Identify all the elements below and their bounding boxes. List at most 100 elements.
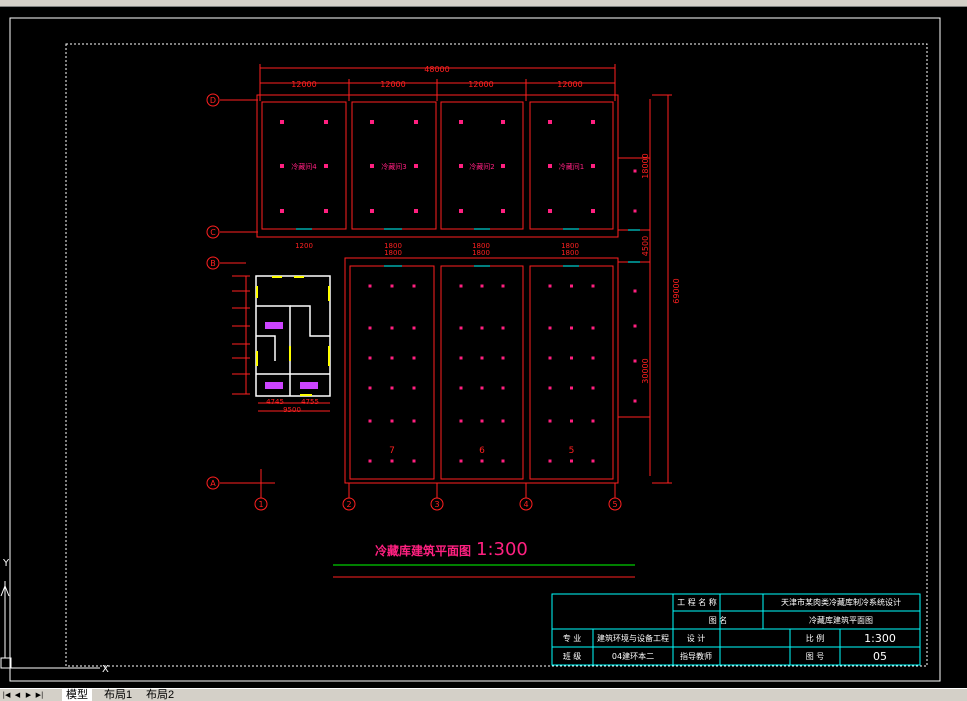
dim-lower-vertical: 30000 bbox=[641, 358, 650, 383]
column-mark bbox=[370, 164, 374, 168]
column-mark bbox=[591, 459, 595, 463]
column-mark bbox=[459, 419, 463, 423]
column-mark bbox=[480, 356, 484, 360]
column-mark bbox=[412, 356, 416, 360]
column-mark bbox=[412, 419, 416, 423]
column-mark bbox=[501, 284, 505, 288]
title-block-text: 工 程 名 称 天津市某肉类冷藏库制冷系统设计 图 名 冷藏库建筑平面图 专 业… bbox=[563, 597, 901, 663]
column-mark bbox=[390, 386, 394, 390]
column-mark bbox=[570, 356, 573, 360]
column-mark bbox=[501, 164, 505, 168]
floor-plan bbox=[220, 64, 672, 498]
room-label-lower: 7 bbox=[389, 446, 395, 456]
column-mark bbox=[501, 209, 505, 213]
dim-total: 48000 bbox=[424, 65, 449, 74]
tb-major-value: 建筑环境与设备工程 bbox=[597, 633, 669, 643]
column-mark bbox=[548, 386, 552, 390]
first-tab-icon[interactable]: |◀ bbox=[2, 690, 11, 700]
column-mark bbox=[459, 356, 463, 360]
column-mark bbox=[501, 386, 505, 390]
dim-upper-vertical: 18000 bbox=[641, 153, 650, 178]
room-label-lower: 5 bbox=[569, 446, 575, 456]
drawing-canvas[interactable]: 冷藏间4 冷藏间3 冷藏间2 冷藏间1 7 6 5 48000 12000 12000 12000 1… bbox=[0, 6, 967, 688]
room-label-upper: 冷藏间1 bbox=[559, 162, 584, 171]
column-mark bbox=[501, 326, 505, 330]
column-mark bbox=[412, 386, 416, 390]
column-mark bbox=[414, 209, 418, 213]
room-label-upper: 冷藏间4 bbox=[291, 162, 317, 171]
dim-bay: 12000 bbox=[291, 80, 316, 89]
door-dim-bottom: 1800 bbox=[561, 249, 579, 257]
column-mark bbox=[570, 326, 573, 330]
column-mark bbox=[414, 164, 418, 168]
tab-layout2[interactable]: 布局2 bbox=[142, 689, 178, 701]
column-mark bbox=[480, 459, 484, 463]
axis-number: 3 bbox=[434, 500, 439, 509]
column-mark bbox=[324, 120, 328, 124]
dim-bay: 12000 bbox=[557, 80, 582, 89]
auxiliary-building bbox=[232, 275, 330, 412]
tb-project-label: 工 程 名 称 bbox=[677, 597, 717, 607]
column-mark bbox=[390, 326, 394, 330]
next-tab-icon[interactable]: ▶ bbox=[24, 690, 33, 700]
axis-letter: D bbox=[210, 96, 216, 105]
column-mark bbox=[591, 419, 595, 423]
column-mark bbox=[548, 209, 552, 213]
column-mark bbox=[501, 419, 505, 423]
column-mark bbox=[368, 386, 372, 390]
column-mark bbox=[480, 419, 484, 423]
column-marks bbox=[280, 120, 637, 463]
column-mark bbox=[459, 164, 463, 168]
drawing-title: 冷藏库建筑平面图 bbox=[375, 543, 471, 558]
tb-sheet-label: 图 号 bbox=[806, 652, 825, 661]
column-mark bbox=[368, 459, 372, 463]
column-mark bbox=[633, 324, 637, 328]
dim-mid-vertical: 4500 bbox=[641, 236, 650, 256]
column-mark bbox=[390, 284, 394, 288]
column-mark bbox=[370, 120, 374, 124]
column-mark bbox=[591, 120, 595, 124]
column-mark bbox=[633, 399, 637, 403]
column-mark bbox=[570, 386, 573, 390]
column-mark bbox=[459, 120, 463, 124]
column-mark bbox=[548, 164, 552, 168]
tb-sheet-value: 05 bbox=[873, 650, 887, 663]
ucs-x-label: X bbox=[102, 664, 109, 675]
column-mark bbox=[480, 284, 484, 288]
column-mark bbox=[459, 459, 463, 463]
tb-class-value: 04建环本二 bbox=[612, 651, 654, 661]
tb-design-label: 设 计 bbox=[687, 633, 706, 643]
column-mark bbox=[368, 419, 372, 423]
column-mark bbox=[501, 120, 505, 124]
column-mark bbox=[633, 289, 637, 293]
axis-number: 5 bbox=[612, 500, 617, 509]
column-mark bbox=[324, 164, 328, 168]
door-dim-bottom: 1800 bbox=[472, 249, 490, 257]
prev-tab-icon[interactable]: ◀ bbox=[13, 690, 22, 700]
tb-major-label: 专 业 bbox=[563, 633, 582, 643]
aux-dim-total: 9500 bbox=[283, 406, 301, 414]
column-mark bbox=[548, 284, 552, 288]
column-mark bbox=[368, 284, 372, 288]
column-mark bbox=[570, 284, 573, 288]
column-mark bbox=[370, 209, 374, 213]
tb-drawing-label: 图 名 bbox=[709, 615, 728, 625]
room-label-lower: 6 bbox=[479, 446, 485, 456]
tab-layout1[interactable]: 布局1 bbox=[100, 689, 136, 701]
tab-model[interactable]: 模型 bbox=[62, 689, 92, 701]
doors bbox=[296, 228, 640, 267]
last-tab-icon[interactable]: ▶| bbox=[35, 690, 44, 700]
column-mark bbox=[390, 419, 394, 423]
axis-letter: A bbox=[210, 479, 216, 488]
axis-number: 1 bbox=[258, 500, 263, 509]
column-mark bbox=[412, 459, 416, 463]
column-mark bbox=[459, 326, 463, 330]
door-dim-bottom: 1800 bbox=[384, 249, 402, 257]
column-mark bbox=[390, 459, 394, 463]
column-mark bbox=[414, 120, 418, 124]
column-mark bbox=[412, 326, 416, 330]
column-mark bbox=[280, 120, 284, 124]
ucs-icon bbox=[0, 581, 100, 669]
column-mark bbox=[633, 359, 637, 363]
door-dim-top: 1200 bbox=[295, 242, 313, 250]
